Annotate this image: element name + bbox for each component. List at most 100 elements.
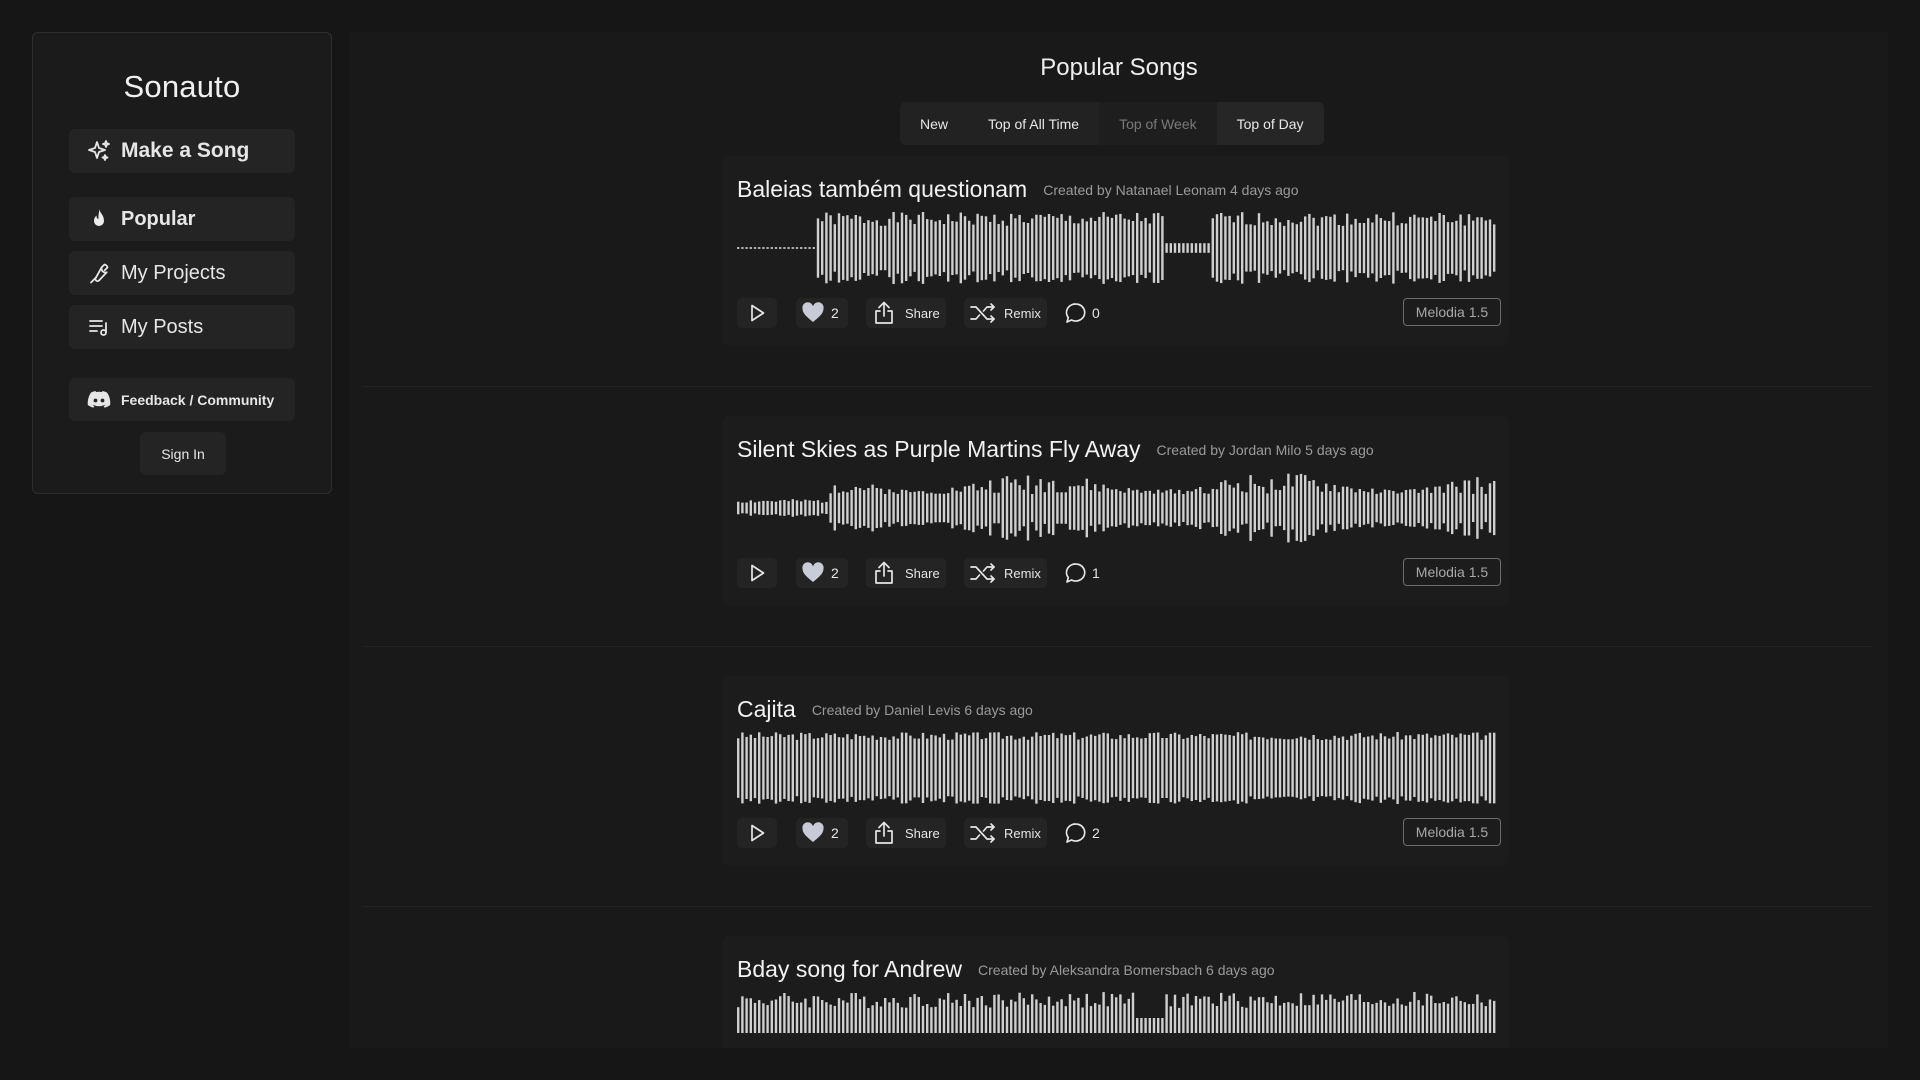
waveform-bar: [963, 733, 967, 803]
waveform-bar: [779, 247, 782, 249]
waveform-bar: [808, 500, 811, 516]
waveform-bar: [1283, 485, 1286, 531]
share-button[interactable]: Share: [866, 298, 946, 328]
sidebar-item-popular[interactable]: Popular: [69, 197, 295, 241]
waveform-bar: [1190, 1005, 1193, 1033]
play-button[interactable]: [737, 298, 777, 328]
comment-button[interactable]: 0: [1063, 298, 1107, 328]
make-song-button[interactable]: Make a Song: [69, 129, 295, 173]
sign-in-button[interactable]: Sign In: [140, 432, 226, 475]
waveform-bar: [909, 735, 912, 801]
waveform[interactable]: [737, 987, 1500, 1033]
waveform-bar: [846, 492, 849, 524]
comment-button[interactable]: 2: [1063, 818, 1107, 848]
waveform-bar: [1367, 736, 1370, 800]
waveform-bar: [1480, 739, 1483, 797]
waveform-bar: [1144, 217, 1147, 279]
play-button[interactable]: [737, 818, 777, 848]
waveform-bar: [888, 1002, 891, 1033]
waveform-bar: [808, 1007, 811, 1033]
song-credit: Created by Daniel Levis 6 days ago: [811, 702, 1033, 718]
waveform-bar: [787, 734, 790, 801]
waveform-bar: [1178, 1007, 1181, 1033]
waveform-bar: [1169, 243, 1172, 253]
song-title[interactable]: Cajita: [737, 696, 796, 722]
waveform-bar: [1417, 1000, 1420, 1033]
waveform-bar: [1081, 486, 1084, 530]
waveform-bar: [879, 1006, 883, 1033]
waveform-bar: [921, 732, 925, 803]
waveform-bar: [1081, 218, 1084, 278]
waveform[interactable]: [737, 727, 1500, 809]
share-button[interactable]: Share: [866, 558, 946, 588]
waveform-bar: [1442, 492, 1445, 524]
remix-button[interactable]: Remix: [964, 818, 1047, 848]
waveform-bar: [833, 485, 836, 531]
waveform-bar: [1404, 223, 1408, 273]
comment-button[interactable]: 1: [1063, 558, 1107, 588]
like-button[interactable]: 2: [796, 298, 848, 328]
waveform-bar: [905, 1007, 908, 1033]
waveform-bar: [1291, 739, 1294, 797]
waveform-bar: [1257, 997, 1261, 1033]
waveform-bar: [955, 221, 958, 275]
waveform-bar: [921, 212, 925, 284]
like-button[interactable]: 2: [796, 818, 848, 848]
waveform-bar: [766, 1005, 769, 1033]
waveform-bar: [1047, 735, 1051, 801]
waveform-bar: [1278, 222, 1282, 274]
waveform-bar: [1152, 732, 1156, 803]
like-button[interactable]: 2: [796, 558, 848, 588]
waveform[interactable]: [737, 207, 1500, 289]
song-title[interactable]: Baleias também questionam: [737, 176, 1027, 202]
song-title[interactable]: Silent Skies as Purple Martins Fly Away: [737, 436, 1141, 462]
waveform-bar: [1325, 483, 1328, 533]
song-title[interactable]: Bday song for Andrew: [737, 956, 962, 982]
waveform-bar: [1228, 995, 1231, 1033]
waveform-bar: [1161, 492, 1164, 524]
waveform-bar: [1220, 213, 1223, 284]
waveform-bar: [1493, 224, 1496, 272]
waveform-bar: [825, 733, 828, 803]
waveform-bar: [1060, 733, 1063, 803]
waveform-bar: [858, 488, 862, 528]
waveform-bar: [1241, 734, 1244, 802]
waveform-bar: [816, 996, 820, 1033]
waveform-bar: [1274, 995, 1277, 1033]
waveform-bar: [1165, 243, 1168, 253]
waveform-bar: [787, 996, 790, 1033]
sidebar-item-my-posts[interactable]: My Posts: [69, 305, 295, 349]
waveform-bar: [1089, 490, 1093, 526]
waveform-bar: [867, 737, 870, 799]
song-controls: 2 Share Remix 1 Melodia 1.5: [737, 558, 1501, 588]
waveform-bar: [1400, 739, 1403, 797]
make-song-label: Make a Song: [121, 139, 250, 162]
waveform-bar: [1362, 737, 1366, 799]
discord-icon: [87, 390, 111, 408]
waveform-bar: [1463, 734, 1466, 802]
tab-top-day[interactable]: Top of Day: [1216, 102, 1324, 145]
remix-button[interactable]: Remix: [964, 558, 1047, 588]
waveform-bar: [917, 738, 920, 798]
waveform[interactable]: [737, 467, 1500, 549]
tab-new[interactable]: New: [900, 102, 968, 145]
tab-top-week[interactable]: Top of Week: [1099, 102, 1217, 145]
waveform-bar: [1472, 1003, 1475, 1033]
share-button[interactable]: Share: [866, 818, 946, 848]
remix-button[interactable]: Remix: [964, 298, 1047, 328]
waveform-bar: [1152, 493, 1156, 523]
play-button[interactable]: [737, 558, 777, 588]
waveform-bar: [1400, 492, 1403, 524]
waveform-bar: [1081, 737, 1084, 798]
tab-top-all-time[interactable]: Top of All Time: [968, 102, 1099, 145]
feedback-community-button[interactable]: Feedback / Community: [69, 378, 295, 421]
waveform-bar: [1022, 222, 1025, 274]
waveform-bar: [833, 224, 836, 272]
waveform-bar: [1186, 490, 1189, 526]
waveform-bar: [976, 490, 979, 526]
waveform-bar: [1005, 736, 1009, 800]
waveform-bar: [1421, 734, 1424, 802]
waveform-bar: [1283, 225, 1286, 271]
waveform-bar: [1161, 738, 1164, 798]
sidebar-item-my-projects[interactable]: My Projects: [69, 251, 295, 295]
